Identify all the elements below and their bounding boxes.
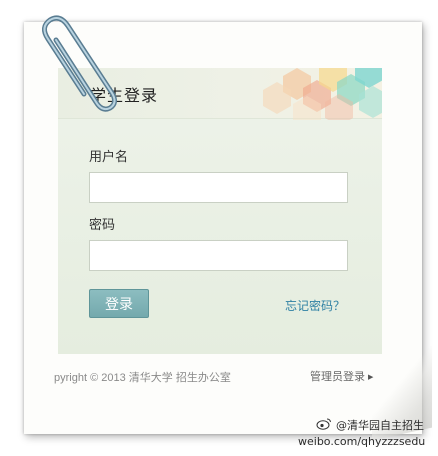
weibo-logo-icon <box>316 418 331 430</box>
forgot-password-link[interactable]: 忘记密码？ <box>285 297 345 314</box>
password-label: 密码 <box>89 218 116 233</box>
watermark-url: weibo.com/qhyzzzsedu <box>298 435 426 448</box>
arrow-right-icon: ▶ <box>368 373 374 381</box>
admin-login-link[interactable]: 管理员登录 ▶ <box>310 368 373 384</box>
password-input[interactable] <box>89 240 348 271</box>
hexagon-pattern-decoration <box>263 68 382 120</box>
login-button[interactable]: 登录 <box>89 289 149 318</box>
paperclip-icon <box>42 15 118 112</box>
watermark-handle: @清华园自主招生 <box>336 419 424 432</box>
username-label: 用户名 <box>89 150 129 165</box>
admin-login-label: 管理员登录 <box>310 370 365 383</box>
copyright-text: pyright © 2013 清华大学 招生办公室 <box>54 372 231 384</box>
username-input[interactable] <box>89 172 348 203</box>
